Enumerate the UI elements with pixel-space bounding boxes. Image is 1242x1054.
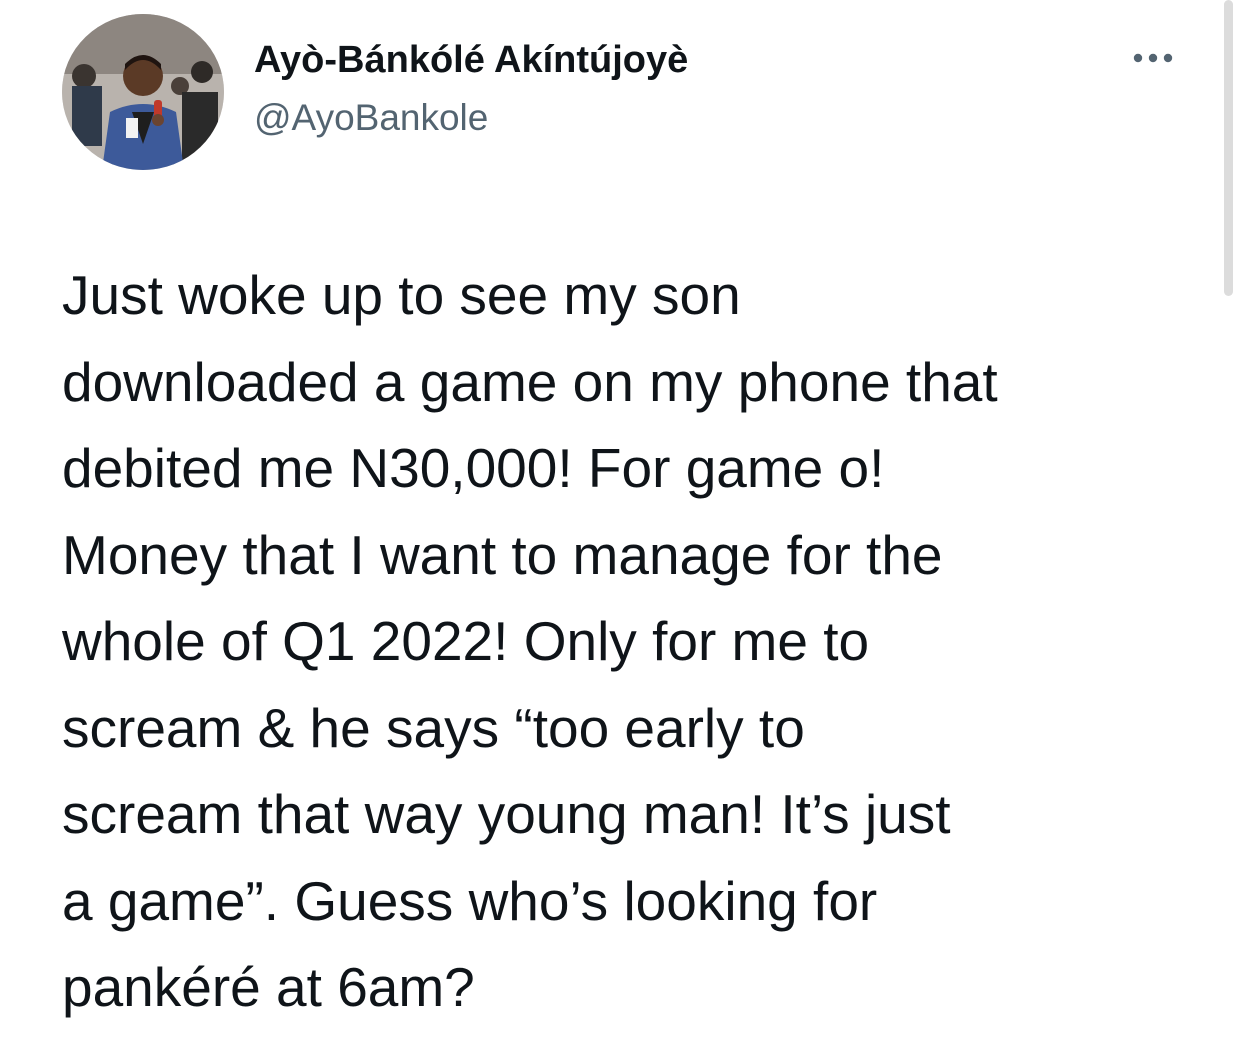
tweet-text-line: whole of Q1 2022! Only for me to [62,610,870,672]
avatar[interactable] [62,14,224,170]
more-options-button[interactable] [1118,38,1186,78]
avatar-photo [62,14,224,170]
tweet-text-line: Just woke up to see my son [62,264,741,326]
more-horizontal-icon [1133,53,1173,63]
tweet-text-line: a game”. Guess who’s looking for [62,869,878,932]
author-display-name[interactable]: Ayò-Bánkólé Akíntújoyè [254,36,688,84]
tweet-card: Ayò-Bánkólé Akíntújoyè @AyoBankole Just … [0,0,1242,1054]
tweet-text-line: Money that I want to manage for the [62,523,943,586]
tweet-text-line: debited me N30,000! For game o! [62,437,885,499]
author-handle[interactable]: @AyoBankole [254,94,488,142]
tweet-text-line: scream that way young man! It’s just [62,783,951,845]
tweet-text-line: downloaded a game on my phone that [62,350,998,413]
tweet-text: Just woke up to see my son downloaded a … [62,252,1222,1031]
tweet-text-line: pankéré at 6am? [62,956,475,1018]
tweet-text-line: scream & he says “too early to [62,696,805,759]
scrollbar-thumb[interactable] [1224,0,1233,296]
